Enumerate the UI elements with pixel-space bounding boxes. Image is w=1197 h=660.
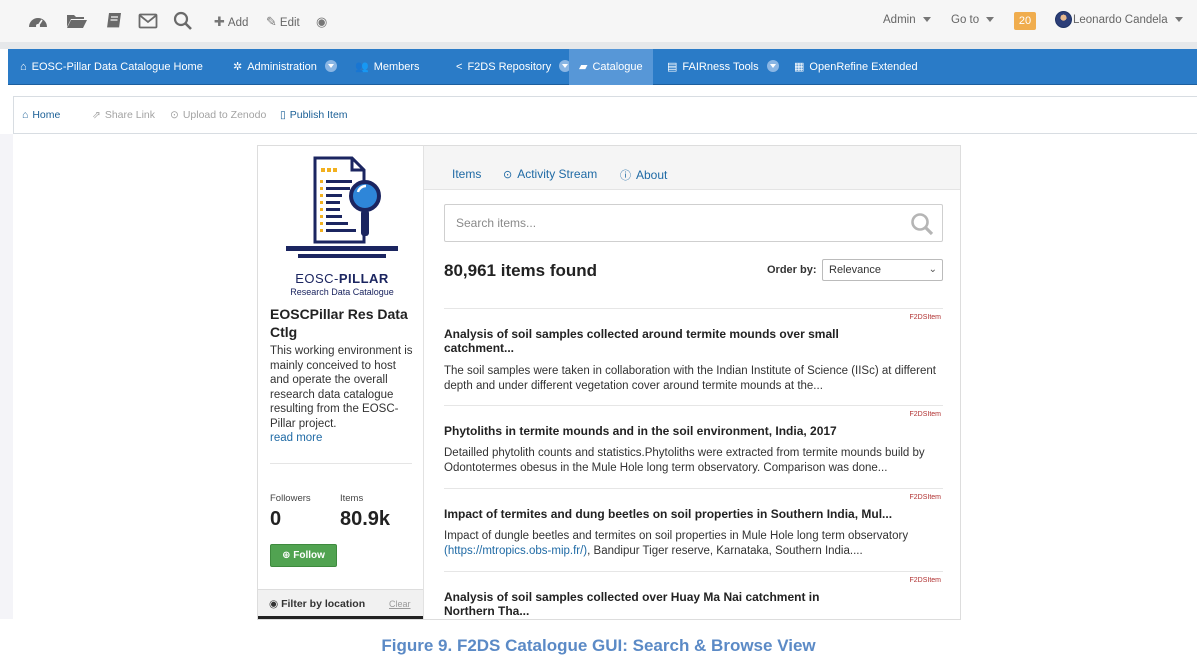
nav-item-members[interactable]: 👥 Members	[355, 49, 420, 85]
order-by-select[interactable]: Relevance ⌄	[822, 259, 943, 281]
info-icon: ⓘ	[620, 170, 631, 182]
list-item[interactable]: F2DSItem Analysis of soil samples collec…	[444, 571, 943, 619]
clipboard-icon: ▤	[667, 61, 678, 73]
search-box	[444, 204, 943, 242]
folder-icon[interactable]	[66, 11, 88, 31]
table-icon: ▦	[794, 61, 805, 73]
book-icon[interactable]	[104, 11, 124, 31]
upload-icon: ⊙	[170, 109, 179, 121]
item-description: Detailled phytolith counts and statistic…	[444, 447, 925, 474]
search-input[interactable]	[446, 206, 886, 240]
divider	[270, 463, 412, 464]
item-title[interactable]: Analysis of soil samples collected over …	[444, 590, 864, 618]
location-map[interactable]	[258, 616, 423, 619]
search-icon[interactable]	[173, 11, 193, 31]
item-actions-bar: ⌂ Home ⇗ Share Link ⊙ Upload to Zenodo ▯ Pub…	[13, 96, 1197, 134]
organization-name: EOSCPillar Res Data Ctlg	[270, 306, 408, 340]
plus-circle-icon: ⊕	[282, 550, 294, 561]
followers-count: 0	[270, 508, 282, 530]
nav-item-fairness-tools[interactable]: ▤ FAIRness Tools	[667, 49, 779, 85]
edit-button[interactable]: ✎ Edit	[266, 14, 300, 30]
items-count: 80.9k	[340, 508, 391, 530]
dashboard-icon[interactable]	[27, 11, 49, 31]
logo-title: EOSC-PILLAR	[295, 271, 389, 286]
chevron-down-icon	[324, 60, 337, 72]
item-description: Impact of dungle beetles and termites on…	[444, 530, 909, 557]
search-icon[interactable]	[909, 211, 935, 237]
nav-item-home[interactable]: ⌂ EOSC-Pillar Data Catalogue Home	[20, 49, 203, 85]
mail-icon[interactable]	[138, 11, 158, 31]
users-icon: 👥	[355, 61, 369, 73]
user-menu[interactable]: Leonardo Candela	[1073, 14, 1183, 26]
avatar[interactable]	[1055, 11, 1072, 28]
order-by-label: Order by:	[767, 264, 817, 276]
list-item[interactable]: F2DSItem Phytoliths in termite mounds an…	[444, 405, 943, 488]
chevron-down-icon: ⌄	[928, 264, 937, 275]
item-type-badge: F2DSItem	[909, 577, 941, 584]
home-icon: ⌂	[20, 61, 27, 73]
plus-icon: ✚	[214, 14, 225, 29]
edit-icon: ✎	[266, 14, 277, 29]
globe-icon: ◉	[269, 598, 282, 610]
home-icon: ⌂	[22, 109, 29, 121]
item-title[interactable]: Phytoliths in termite mounds and in the …	[444, 424, 864, 438]
panel-tabs: Items ⊙ Activity Stream ⓘ About	[424, 146, 960, 190]
upload-zenodo-button[interactable]: ⊙ Upload to Zenodo	[170, 109, 266, 121]
items-panel: Items ⊙Activity Stream ⓘAbout 80,961 ite…	[423, 145, 961, 620]
share-link-button[interactable]: ⇗ Share Link	[92, 109, 155, 121]
figure-caption: Figure 9. F2DS Catalogue GUI: Search & B…	[381, 636, 816, 655]
admin-menu[interactable]: Admin	[883, 14, 931, 26]
nav-item-openrefine[interactable]: ▦ OpenRefine Extended	[794, 49, 918, 85]
followers-label: Followers	[270, 493, 311, 504]
document-search-icon	[286, 156, 398, 258]
nav-item-administration[interactable]: ✲ Administration	[233, 49, 337, 85]
results-count: 80,961 items found	[444, 261, 598, 280]
follow-button[interactable]: ⊕ Follow	[270, 544, 337, 567]
catalogue-logo: EOSC-PILLAR Research Data Catalogue	[282, 154, 402, 302]
gear-icon: ✲	[233, 61, 243, 73]
book-icon: ▰	[579, 61, 588, 73]
add-button[interactable]: ✚ Add	[214, 14, 248, 30]
view-toggle[interactable]: ◉	[316, 14, 330, 30]
left-edge	[0, 134, 13, 619]
chevron-down-icon	[986, 17, 995, 23]
item-description: The soil samples were taken in collabora…	[444, 365, 936, 392]
goto-menu[interactable]: Go to	[951, 14, 995, 26]
item-type-badge: F2DSItem	[909, 494, 941, 501]
notification-badge[interactable]: 20	[1014, 12, 1036, 30]
publish-item-button[interactable]: ▯ Publish Item	[280, 109, 348, 121]
share-icon: <	[456, 61, 463, 73]
organization-sidebar: EOSC-PILLAR Research Data Catalogue EOSC…	[257, 145, 423, 620]
clock-icon: ⊙	[503, 169, 513, 181]
top-toolbar: ✚ Add ✎ Edit ◉ Admin Go to 20 Leonardo Can…	[0, 0, 1197, 42]
file-icon: ▯	[280, 109, 286, 121]
main-nav: ⌂ EOSC-Pillar Data Catalogue Home ✲ Admini…	[8, 49, 1197, 85]
read-more-link[interactable]: read more	[270, 432, 322, 444]
filter-title: ◉ Filter by location	[269, 598, 366, 610]
item-type-badge: F2DSItem	[909, 314, 941, 321]
toolbar-shadow	[0, 42, 1197, 49]
list-item[interactable]: F2DSItem Analysis of soil samples collec…	[444, 308, 943, 405]
tab-about[interactable]: ⓘ About	[620, 167, 667, 183]
item-title[interactable]: Impact of termites and dung beetles on s…	[444, 507, 924, 521]
share-icon: ⇗	[92, 109, 101, 121]
filter-clear-link[interactable]: Clear	[389, 599, 411, 609]
chevron-down-icon	[1174, 17, 1183, 23]
item-link[interactable]: (https://mtropics.obs-mip.fr/)	[444, 545, 587, 557]
item-title[interactable]: Analysis of soil samples collected aroun…	[444, 327, 864, 355]
chevron-down-icon	[766, 60, 779, 72]
chevron-down-icon	[922, 17, 931, 23]
list-item[interactable]: F2DSItem Impact of termites and dung bee…	[444, 488, 943, 571]
item-type-badge: F2DSItem	[909, 411, 941, 418]
eye-icon: ◉	[316, 14, 328, 29]
nav-item-f2ds-repository[interactable]: < F2DS Repository	[456, 49, 572, 85]
tab-items[interactable]: Items	[452, 167, 481, 181]
logo-subtitle: Research Data Catalogue	[290, 287, 394, 297]
organization-description: This working environment is mainly conce…	[270, 345, 413, 444]
items-label: Items	[340, 493, 364, 504]
home-link[interactable]: ⌂ Home	[22, 109, 60, 121]
nav-item-catalogue[interactable]: ▰ Catalogue	[569, 49, 653, 85]
tab-activity-stream[interactable]: ⊙ Activity Stream	[503, 167, 597, 181]
